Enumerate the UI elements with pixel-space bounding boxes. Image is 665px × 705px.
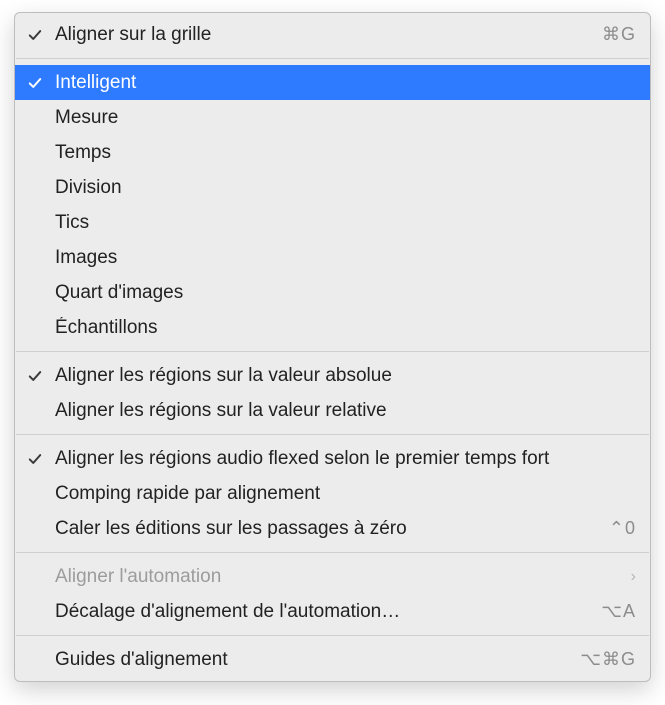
menu-item-label: Intelligent bbox=[55, 72, 636, 94]
menu-item[interactable]: Tics bbox=[15, 205, 650, 240]
menu-item-label: Aligner sur la grille bbox=[55, 24, 576, 46]
menu-item[interactable]: Guides d'alignement⌥⌘G bbox=[15, 642, 650, 677]
menu-item[interactable]: Images bbox=[15, 240, 650, 275]
menu-item[interactable]: Quart d'images bbox=[15, 275, 650, 310]
menu-item-label: Quart d'images bbox=[55, 282, 636, 304]
check-icon bbox=[28, 452, 42, 466]
menu-item-label: Échantillons bbox=[55, 317, 636, 339]
menu-item-label: Aligner les régions audio flexed selon l… bbox=[55, 448, 636, 470]
menu-item-label: Décalage d'alignement de l'automation… bbox=[55, 601, 576, 623]
menu-item-label: Division bbox=[55, 177, 636, 199]
menu-item-label: Tics bbox=[55, 212, 636, 234]
menu-item-label: Aligner l'automation bbox=[55, 566, 625, 588]
menu-item-label: Caler les éditions sur les passages à zé… bbox=[55, 518, 576, 540]
menu-item-shortcut: ⌘G bbox=[576, 24, 636, 45]
menu-item-check-slot bbox=[15, 76, 55, 90]
check-icon bbox=[28, 76, 42, 90]
check-icon bbox=[28, 28, 42, 42]
menu-separator bbox=[16, 434, 649, 435]
menu-item[interactable]: Mesure bbox=[15, 100, 650, 135]
menu-item[interactable]: Aligner les régions audio flexed selon l… bbox=[15, 441, 650, 476]
menu-item-check-slot bbox=[15, 28, 55, 42]
menu-item-label: Mesure bbox=[55, 107, 636, 129]
menu-item-label: Temps bbox=[55, 142, 636, 164]
menu-item[interactable]: Aligner les régions sur la valeur absolu… bbox=[15, 358, 650, 393]
menu-item-check-slot bbox=[15, 452, 55, 466]
menu-separator bbox=[16, 351, 649, 352]
menu-item[interactable]: Aligner les régions sur la valeur relati… bbox=[15, 393, 650, 428]
menu-item[interactable]: Division bbox=[15, 170, 650, 205]
snap-menu: Aligner sur la grille⌘G Intelligent Mesure… bbox=[14, 12, 651, 682]
menu-item-shortcut: ⌥A bbox=[576, 601, 636, 622]
menu-item-shortcut: ⌃0 bbox=[576, 518, 636, 539]
menu-item-shortcut: ⌥⌘G bbox=[576, 649, 636, 670]
menu-item-label: Images bbox=[55, 247, 636, 269]
menu-item[interactable]: Comping rapide par alignement bbox=[15, 476, 650, 511]
chevron-right-icon: › bbox=[625, 569, 636, 585]
check-icon bbox=[28, 369, 42, 383]
menu-item-check-slot bbox=[15, 369, 55, 383]
menu-item-label: Aligner les régions sur la valeur absolu… bbox=[55, 365, 636, 387]
menu-separator bbox=[16, 552, 649, 553]
menu-item-label: Guides d'alignement bbox=[55, 649, 576, 671]
menu-separator bbox=[16, 635, 649, 636]
menu-separator bbox=[16, 58, 649, 59]
menu-item[interactable]: Décalage d'alignement de l'automation…⌥A bbox=[15, 594, 650, 629]
menu-item[interactable]: Temps bbox=[15, 135, 650, 170]
menu-item[interactable]: Échantillons bbox=[15, 310, 650, 345]
menu-item[interactable]: Intelligent bbox=[15, 65, 650, 100]
menu-item[interactable]: Aligner sur la grille⌘G bbox=[15, 17, 650, 52]
menu-item[interactable]: Caler les éditions sur les passages à zé… bbox=[15, 511, 650, 546]
menu-item-label: Aligner les régions sur la valeur relati… bbox=[55, 400, 636, 422]
menu-item-label: Comping rapide par alignement bbox=[55, 483, 636, 505]
menu-item: Aligner l'automation› bbox=[15, 559, 650, 594]
